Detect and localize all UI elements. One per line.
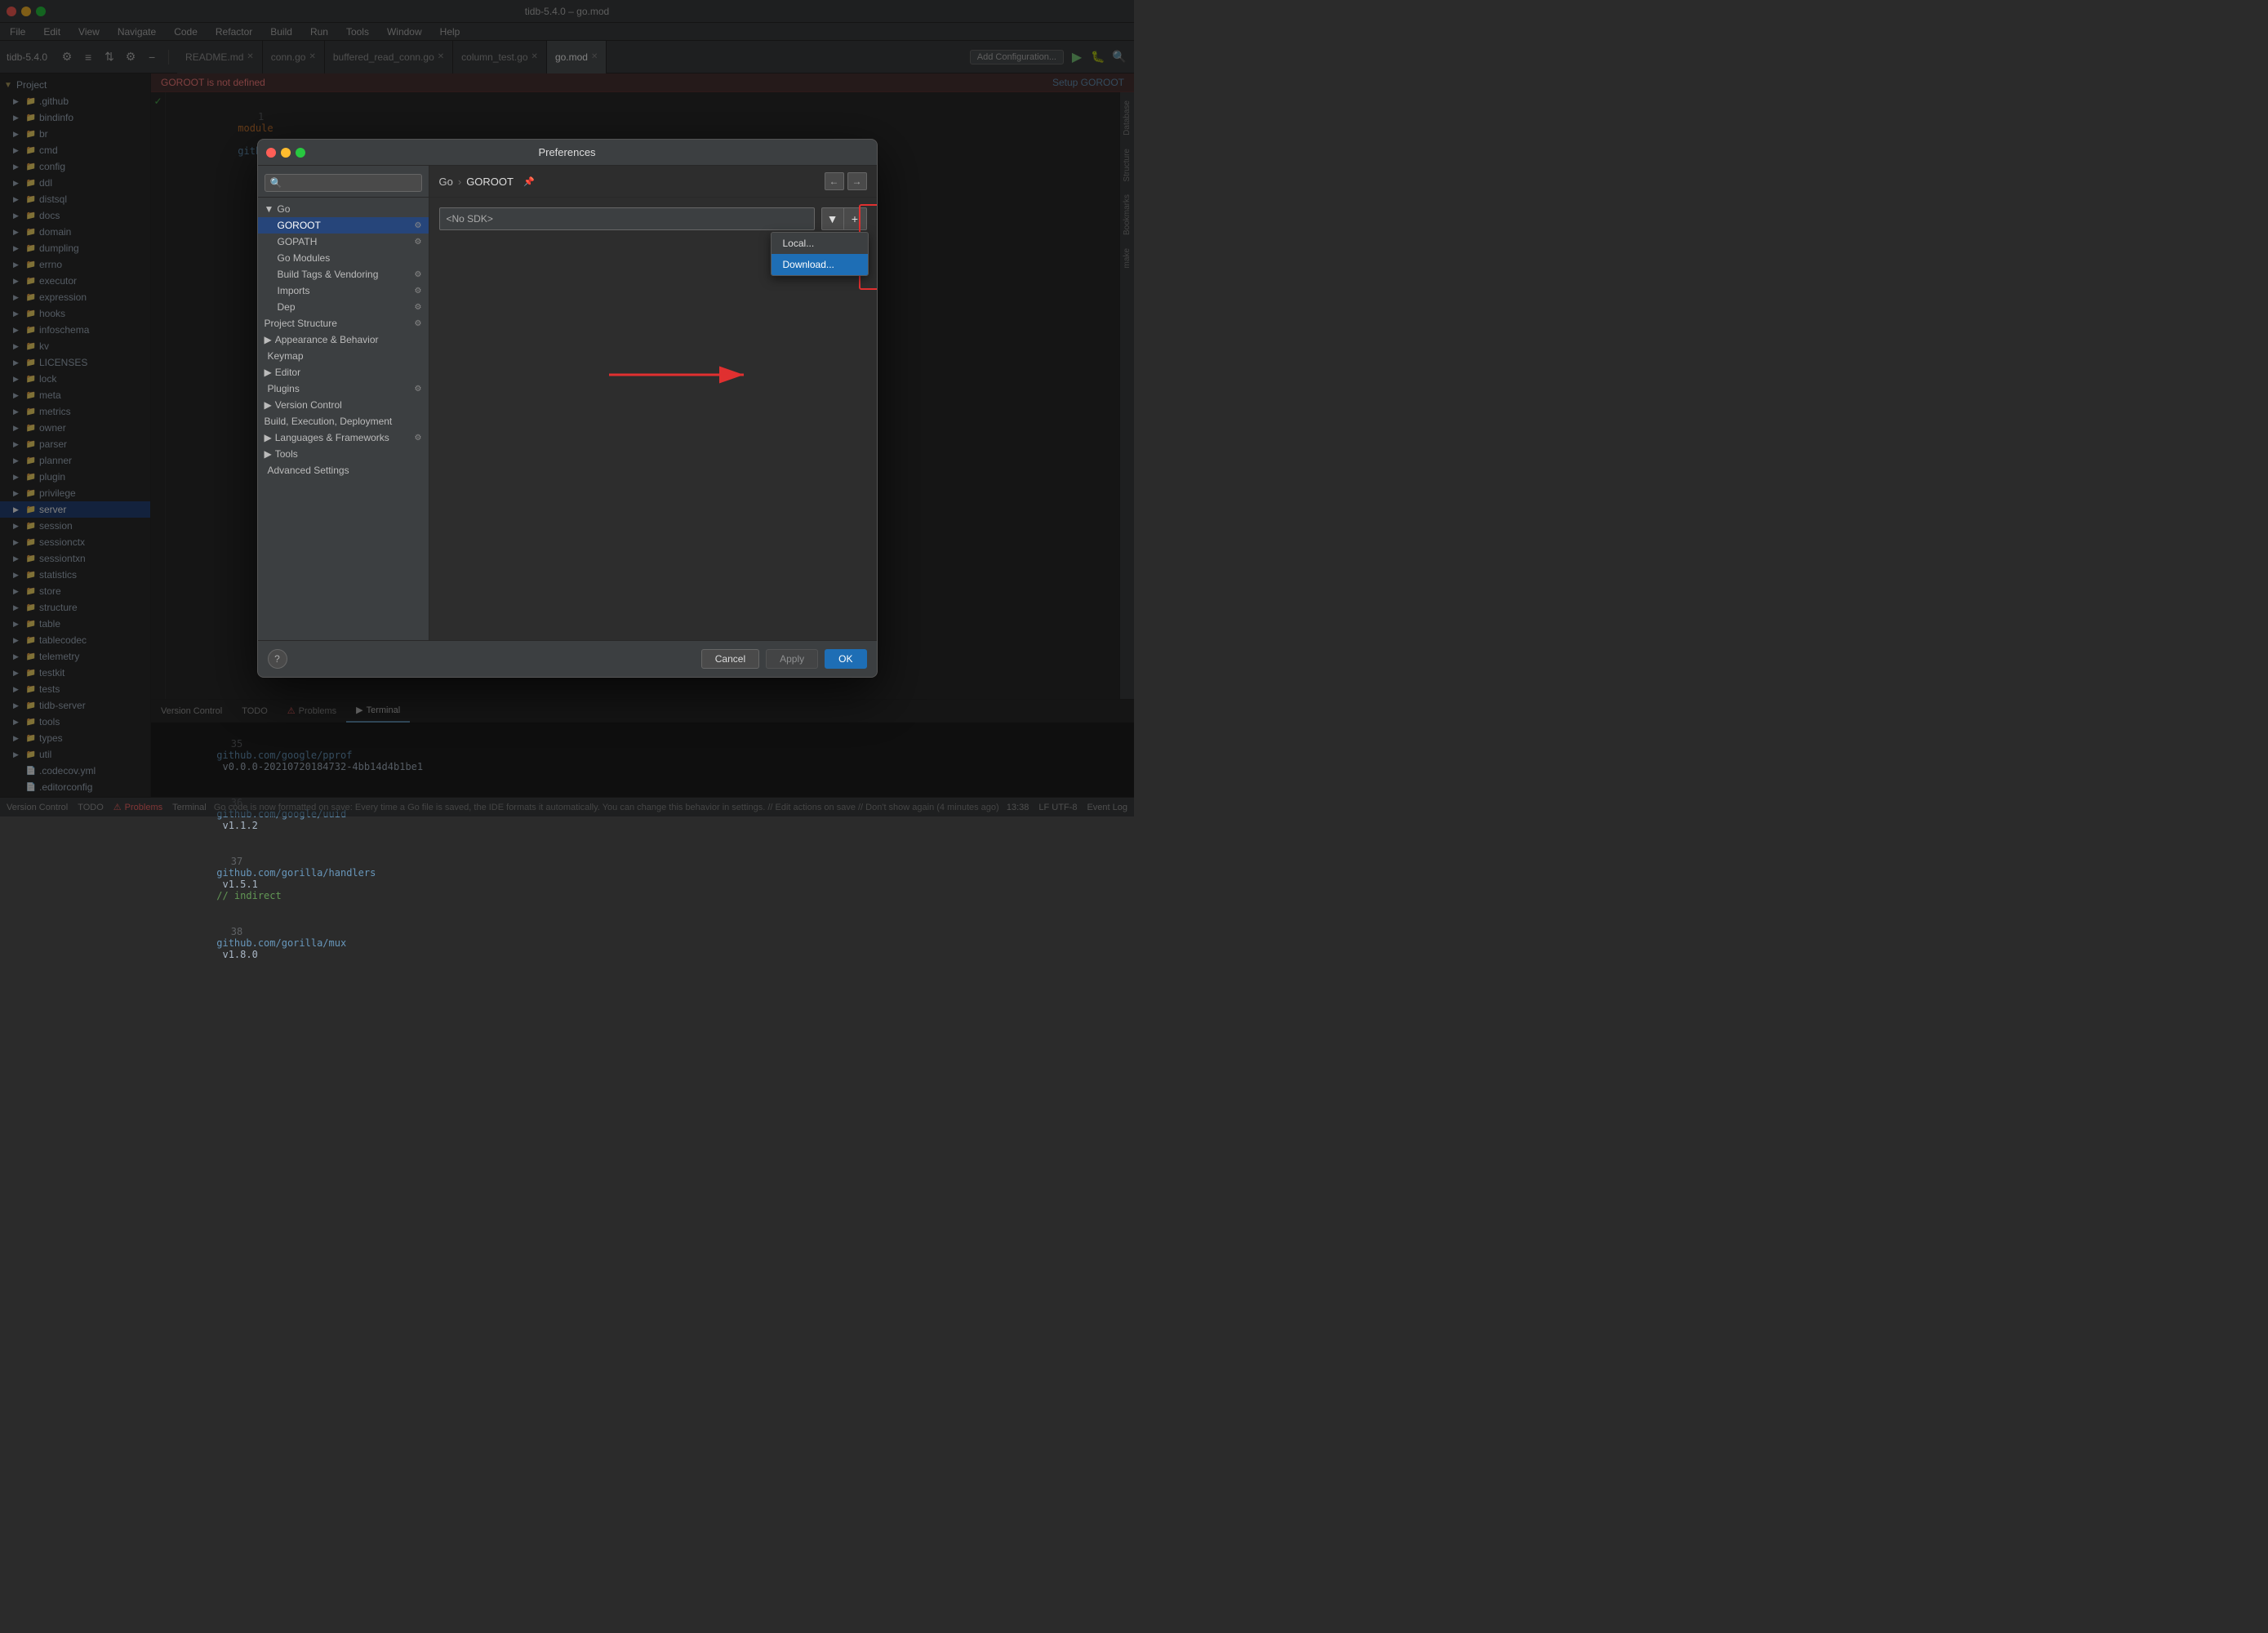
pref-content: Go › GOROOT 📌 ← → <No SDK> [429,166,877,640]
nav-label: Dep [278,301,296,313]
pref-footer-left: ? [268,649,287,669]
breadcrumb-separator: › [458,176,461,188]
pref-traffic-lights [266,148,305,158]
pref-nav-build-tags[interactable]: Build Tags & Vendoring ⚙ [258,266,429,283]
pref-search-input[interactable] [265,174,422,192]
nav-label: Languages & Frameworks [275,432,389,443]
gear-small-icon: ⚙ [415,287,422,296]
sdk-dropdown-button[interactable]: ▼ [821,207,844,230]
pref-nav-dep[interactable]: Dep ⚙ [258,299,429,315]
nav-label: Project Structure [265,318,337,329]
nav-label: Plugins [268,383,300,394]
ok-button[interactable]: OK [825,649,866,669]
chevron-right-icon: ▶ [265,399,272,411]
help-button[interactable]: ? [268,649,287,669]
nav-label: Go [277,203,290,215]
bookmark-icon[interactable]: 📌 [523,176,535,187]
line-number: 38 [216,926,242,937]
sdk-btn-group: ▼ + [821,207,867,230]
chevron-right-icon: ▶ [265,432,272,443]
pref-minimize-button[interactable] [281,148,291,158]
pref-nav-goroot[interactable]: GOROOT ⚙ [258,217,429,234]
nav-label: Tools [275,448,298,460]
sdk-local-option[interactable]: Local... [772,233,868,254]
pref-close-button[interactable] [266,148,276,158]
pref-nav-version-control[interactable]: ▶ Version Control [258,397,429,413]
pref-sidebar: ▼ Go GOROOT ⚙ GOPATH ⚙ Go Modules Build … [258,166,429,640]
sdk-download-option[interactable]: Download... [772,254,868,275]
nav-back-button[interactable]: ← [825,172,844,190]
breadcrumb-nav: ← → [825,172,867,190]
preferences-dialog: Preferences ▼ Go GOROOT ⚙ GOPATH [257,139,878,678]
sdk-add-button[interactable]: + [844,207,867,230]
sdk-dropdown-popup: Local... Download... [771,232,869,276]
breadcrumb-parent: Go [439,176,453,188]
pref-search-area [258,169,429,198]
nav-label: Build, Execution, Deployment [265,416,393,427]
pref-nav-tools[interactable]: ▶ Tools [258,446,429,462]
gear-small-icon: ⚙ [415,238,422,247]
breadcrumb-current: GOROOT [466,176,514,188]
pref-nav-gopath[interactable]: GOPATH ⚙ [258,234,429,250]
sdk-dropdown[interactable]: <No SDK> [439,207,815,230]
pref-nav-languages[interactable]: ▶ Languages & Frameworks ⚙ [258,429,429,446]
chevron-right-icon: ▶ [265,334,272,345]
modal-overlay: Preferences ▼ Go GOROOT ⚙ GOPATH [0,0,1134,816]
nav-label: Advanced Settings [268,465,349,476]
pref-nav-plugins[interactable]: Plugins ⚙ [258,380,429,397]
nav-label: Keymap [268,350,304,362]
pref-nav-appearance[interactable]: ▶ Appearance & Behavior [258,331,429,348]
gear-small-icon: ⚙ [415,270,422,279]
pref-body: ▼ Go GOROOT ⚙ GOPATH ⚙ Go Modules Build … [258,166,877,640]
pref-nav-advanced[interactable]: Advanced Settings [258,462,429,478]
option-label: Local... [783,238,815,249]
arrow-svg [601,350,764,399]
nav-label: Go Modules [278,252,331,264]
terminal-line-3: 37 github.com/gorilla/handlers v1.5.1 //… [158,843,1127,914]
line-number: 37 [216,856,242,867]
option-label: Download... [783,259,834,270]
terminal-line-4: 38 github.com/gorilla/mux v1.8.0 [158,914,1127,972]
pref-nav-imports[interactable]: Imports ⚙ [258,283,429,299]
chevron-right-icon: ▶ [265,367,272,378]
pref-nav-build[interactable]: Build, Execution, Deployment [258,413,429,429]
nav-label: GOPATH [278,236,318,247]
pref-nav-editor[interactable]: ▶ Editor [258,364,429,380]
sdk-value: <No SDK> [447,213,493,225]
pref-footer-right: Cancel Apply OK [701,649,867,669]
chevron-right-icon: ▶ [265,448,272,460]
nav-label: Version Control [275,399,342,411]
chevron-down-icon: ▼ [265,203,274,215]
nav-label: Imports [278,285,310,296]
pref-nav-go[interactable]: ▼ Go [258,201,429,217]
dialog-title: Preferences [538,146,595,158]
nav-label: Build Tags & Vendoring [278,269,379,280]
apply-button[interactable]: Apply [766,649,818,669]
nav-label: Editor [275,367,300,378]
nav-forward-button[interactable]: → [847,172,867,190]
gear-small-icon: ⚙ [415,385,422,394]
pref-nav-go-modules[interactable]: Go Modules [258,250,429,266]
pref-footer: ? Cancel Apply OK [258,640,877,677]
cancel-button[interactable]: Cancel [701,649,759,669]
pref-titlebar: Preferences [258,140,877,166]
nav-label: GOROOT [278,220,321,231]
nav-label: Appearance & Behavior [275,334,379,345]
gear-small-icon: ⚙ [415,303,422,312]
gear-small-icon: ⚙ [415,434,422,443]
pref-sdk-row: <No SDK> ▼ + Local... [429,198,877,240]
gear-small-icon: ⚙ [415,221,422,230]
pref-nav-project-structure[interactable]: Project Structure ⚙ [258,315,429,331]
pref-nav-keymap[interactable]: Keymap [258,348,429,364]
gear-small-icon: ⚙ [415,319,422,328]
pref-breadcrumb: Go › GOROOT 📌 ← → [429,166,877,198]
pref-maximize-button[interactable] [296,148,305,158]
arrow-annotation [601,350,764,402]
sdk-btn-group-wrapper: ▼ + Local... Download... [821,207,867,230]
